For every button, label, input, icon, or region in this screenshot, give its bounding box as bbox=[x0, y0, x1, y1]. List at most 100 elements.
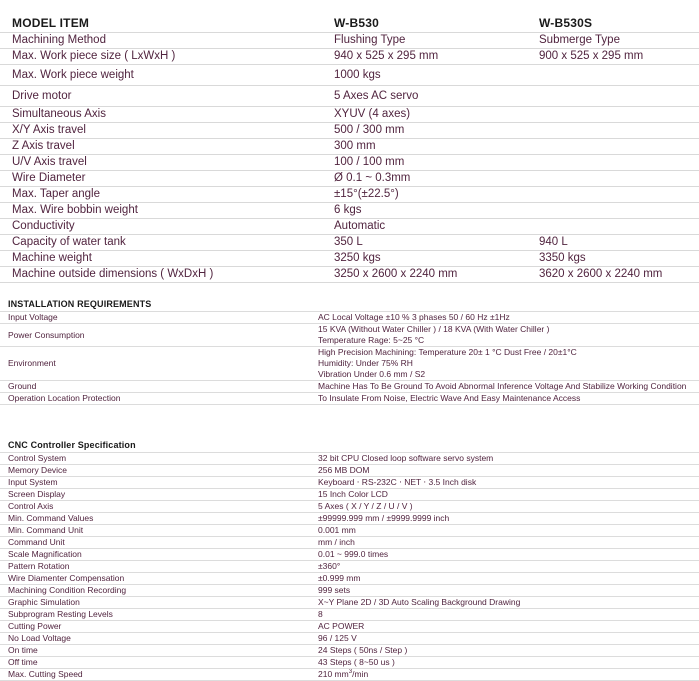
table-row: On time 24 Steps ( 50ns / Step ) bbox=[0, 644, 699, 657]
cnc-table: CNC Controller Specification Control Sys… bbox=[0, 439, 699, 681]
model-b530-value: 3250 x 2600 x 2240 mm bbox=[322, 266, 527, 283]
table-row: X/Y Axis travel 500 / 300 mm bbox=[0, 122, 699, 139]
cnc-value: 999 sets bbox=[310, 584, 699, 597]
table-row: Control System 32 bit CPU Closed loop sof… bbox=[0, 452, 699, 465]
model-b530-value: Flushing Type bbox=[322, 32, 527, 49]
top-spacer bbox=[0, 0, 699, 14]
table-row: Machine outside dimensions ( WxDxH ) 3250… bbox=[0, 266, 699, 283]
cnc-label: Scale Magnification bbox=[0, 548, 310, 561]
model-b530-value: 1000 kgs bbox=[322, 64, 527, 86]
model-spec-table: MODEL ITEM W-B530 W-B530S Machining Meth… bbox=[0, 14, 699, 283]
header-w-b530: W-B530 bbox=[322, 14, 527, 33]
model-item-label: Machine weight bbox=[0, 250, 322, 267]
cnc-label: Off time bbox=[0, 656, 310, 669]
table-row: Min. Command Values ±99999.999 mm / ±9999… bbox=[0, 512, 699, 525]
model-b530s-value: 3620 x 2600 x 2240 mm bbox=[527, 266, 699, 283]
cnc-value: 32 bit CPU Closed loop software servo sy… bbox=[310, 452, 699, 465]
installation-value: High Precision Machining: Temperature 20… bbox=[310, 346, 699, 381]
cnc-label: Min. Command Values bbox=[0, 512, 310, 525]
model-item-label: X/Y Axis travel bbox=[0, 122, 322, 139]
cnc-label: Max. Cutting Speed bbox=[0, 668, 310, 681]
model-b530s-value: 940 L bbox=[527, 234, 699, 251]
table-row: Environment High Precision Machining: Tem… bbox=[0, 346, 699, 381]
model-item-label: Max. Taper angle bbox=[0, 186, 322, 203]
model-b530s-value bbox=[527, 138, 699, 155]
installation-value-line: Machine Has To Be Ground To Avoid Abnorm… bbox=[318, 381, 687, 391]
table-row: No Load Voltage 96 / 125 V bbox=[0, 632, 699, 645]
table-row: Wire Diameter Ø 0.1 ~ 0.3mm bbox=[0, 170, 699, 187]
cnc-label: Screen Display bbox=[0, 488, 310, 501]
model-b530-value: XYUV (4 axes) bbox=[322, 106, 527, 123]
table-row: Power Consumption 15 KVA (Without Water C… bbox=[0, 323, 699, 347]
table-row: Ground Machine Has To Be Ground To Avoid … bbox=[0, 380, 699, 393]
installation-rows: Input Voltage AC Local Voltage ±10 % 3 ph… bbox=[0, 311, 699, 405]
table-row: Wire Diamenter Compensation ±0.999 mm bbox=[0, 572, 699, 585]
table-row: Memory Device 256 MB DOM bbox=[0, 464, 699, 477]
model-b530-value: 6 kgs bbox=[322, 202, 527, 219]
table-row: Input System Keyboard ‧ RS-232C ‧ NET ‧ 3… bbox=[0, 476, 699, 489]
cnc-value: ±360° bbox=[310, 560, 699, 573]
model-b530s-value bbox=[527, 106, 699, 123]
cnc-value: 5 Axes ( X / Y / Z / U / V ) bbox=[310, 500, 699, 513]
installation-gap bbox=[0, 283, 699, 299]
table-row: Scale Magnification 0.01 ~ 999.0 times bbox=[0, 548, 699, 561]
cnc-title-row: CNC Controller Specification bbox=[0, 439, 699, 453]
cnc-label: Min. Command Unit bbox=[0, 524, 310, 537]
cnc-value: 8 bbox=[310, 608, 699, 621]
installation-label: Ground bbox=[0, 380, 310, 393]
installation-value-line: High Precision Machining: Temperature 20… bbox=[318, 347, 577, 357]
model-b530s-value bbox=[527, 186, 699, 203]
model-b530-value: 100 / 100 mm bbox=[322, 154, 527, 171]
header-model-item: MODEL ITEM bbox=[0, 14, 322, 33]
model-b530s-value bbox=[527, 64, 699, 86]
cnc-gap bbox=[0, 405, 699, 439]
table-row: Operation Location Protection To Insulate… bbox=[0, 392, 699, 405]
model-b530s-value bbox=[527, 154, 699, 171]
installation-value-line: Vibration Under 0.6 mm / S2 bbox=[318, 369, 426, 379]
model-item-label: Drive motor bbox=[0, 85, 322, 107]
table-row: Cutting Power AC POWER bbox=[0, 620, 699, 633]
model-item-label: Z Axis travel bbox=[0, 138, 322, 155]
model-item-label: Machine outside dimensions ( WxDxH ) bbox=[0, 266, 322, 283]
installation-value-line: AC Local Voltage ±10 % 3 phases 50 / 60 … bbox=[318, 312, 510, 322]
cnc-value: 15 Inch Color LCD bbox=[310, 488, 699, 501]
installation-label: Power Consumption bbox=[0, 323, 310, 347]
cnc-value: AC POWER bbox=[310, 620, 699, 633]
model-item-label: Capacity of water tank bbox=[0, 234, 322, 251]
cnc-header-body: CNC Controller Specification bbox=[0, 439, 699, 453]
model-item-label: Max. Work piece size ( LxWxH ) bbox=[0, 48, 322, 65]
table-row: Graphic Simulation X~Y Plane 2D / 3D Auto… bbox=[0, 596, 699, 609]
cnc-label: Machining Condition Recording bbox=[0, 584, 310, 597]
table-row: Capacity of water tank 350 L 940 L bbox=[0, 234, 699, 251]
model-b530s-value bbox=[527, 122, 699, 139]
cnc-value: 96 / 125 V bbox=[310, 632, 699, 645]
table-row: Control Axis 5 Axes ( X / Y / Z / U / V ) bbox=[0, 500, 699, 513]
installation-table: INSTALLATION REQUIREMENTS Input Voltage A… bbox=[0, 298, 699, 405]
model-b530-value: 500 / 300 mm bbox=[322, 122, 527, 139]
cnc-label: Control Axis bbox=[0, 500, 310, 513]
model-b530s-value bbox=[527, 170, 699, 187]
model-b530-value: 5 Axes AC servo bbox=[322, 85, 527, 107]
installation-title-row: INSTALLATION REQUIREMENTS bbox=[0, 298, 699, 312]
cnc-value: X~Y Plane 2D / 3D Auto Scaling Backgroun… bbox=[310, 596, 699, 609]
cnc-value: 43 Steps ( 8~50 us ) bbox=[310, 656, 699, 669]
cnc-label: Graphic Simulation bbox=[0, 596, 310, 609]
table-row: Max. Work piece size ( LxWxH ) 940 x 525 … bbox=[0, 48, 699, 65]
table-row: Drive motor 5 Axes AC servo bbox=[0, 85, 699, 107]
table-row: U/V Axis travel 100 / 100 mm bbox=[0, 154, 699, 171]
cnc-label: Subprogram Resting Levels bbox=[0, 608, 310, 621]
model-item-label: Machining Method bbox=[0, 32, 322, 49]
installation-label: Environment bbox=[0, 346, 310, 381]
installation-value: AC Local Voltage ±10 % 3 phases 50 / 60 … bbox=[310, 311, 699, 324]
model-spec-rows: Machining Method Flushing Type Submerge Ty… bbox=[0, 32, 699, 283]
table-row: Machining Method Flushing Type Submerge Ty… bbox=[0, 32, 699, 49]
cnc-value: 0.001 mm bbox=[310, 524, 699, 537]
cnc-label: Cutting Power bbox=[0, 620, 310, 633]
header-w-b530s: W-B530S bbox=[527, 14, 699, 33]
table-row: Screen Display 15 Inch Color LCD bbox=[0, 488, 699, 501]
cnc-value: ±0.999 mm bbox=[310, 572, 699, 585]
table-row: Max. Taper angle ±15°(±22.5°) bbox=[0, 186, 699, 203]
cnc-value: mm / inch bbox=[310, 536, 699, 549]
model-item-label: Wire Diameter bbox=[0, 170, 322, 187]
model-spec-body: MODEL ITEM W-B530 W-B530S bbox=[0, 14, 699, 33]
